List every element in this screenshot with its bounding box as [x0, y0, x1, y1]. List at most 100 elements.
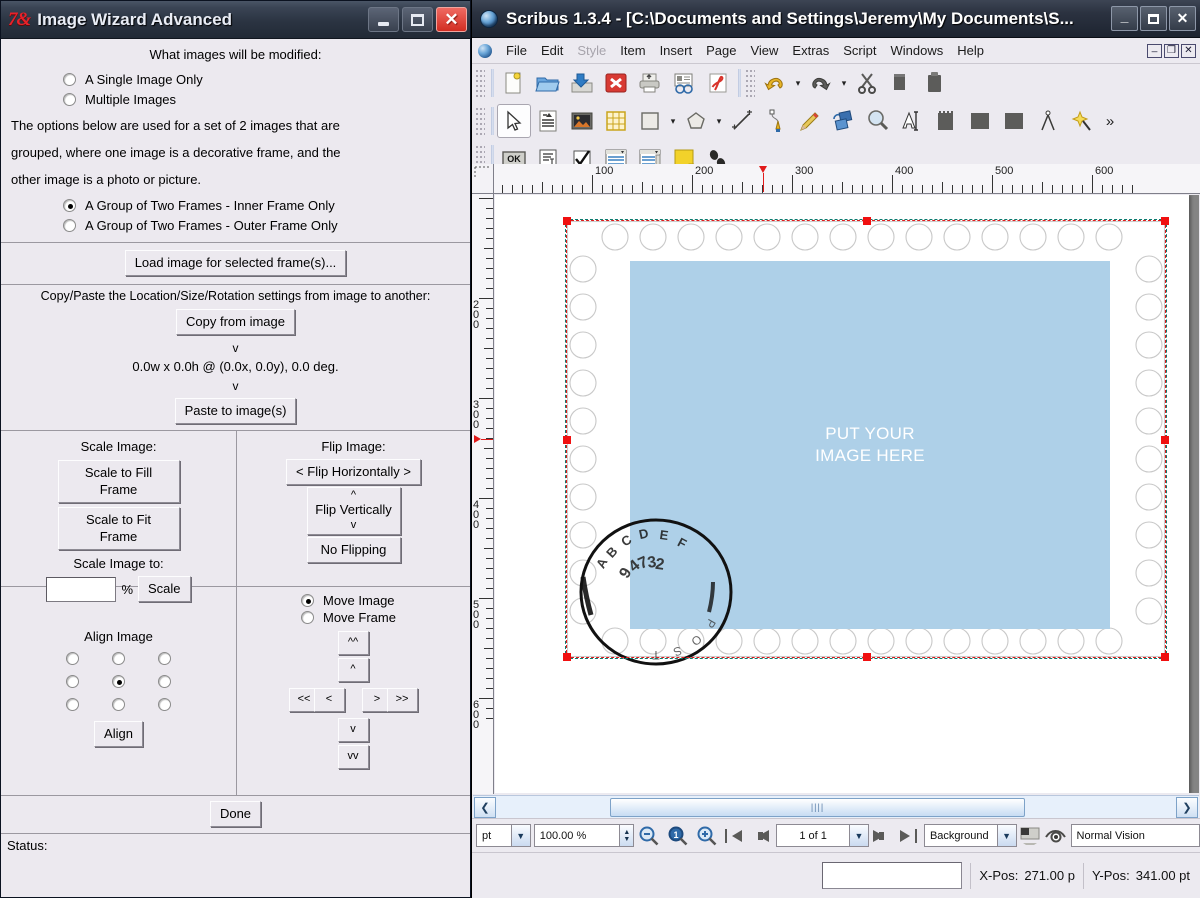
mdi-minimize-button[interactable]: _	[1147, 44, 1162, 58]
layer-preview-icon[interactable]	[1017, 823, 1043, 849]
next-page-icon[interactable]	[869, 823, 895, 849]
more-tools-icon[interactable]: »	[1099, 104, 1121, 138]
export-pdf-icon[interactable]	[701, 66, 735, 100]
undo-icon[interactable]	[758, 66, 792, 100]
image-frame-icon[interactable]	[565, 104, 599, 138]
resize-handle-bottom-left[interactable]	[563, 653, 571, 661]
mdi-restore-button[interactable]: ❐	[1164, 44, 1179, 58]
redo-icon[interactable]	[804, 66, 838, 100]
minimize-button[interactable]	[368, 7, 399, 32]
zoom-level-field[interactable]: 100.00 %	[534, 824, 620, 847]
resize-handle-middle-right[interactable]	[1161, 436, 1169, 444]
select-pointer-icon[interactable]	[497, 104, 531, 138]
menu-app-icon[interactable]	[478, 44, 492, 58]
redo-dropdown-icon[interactable]: ▾	[838, 66, 850, 100]
toolbar-grip[interactable]	[475, 106, 485, 136]
zoom-stepper[interactable]: ▲▼	[619, 824, 634, 847]
scale-to-fill-frame-button[interactable]: Scale to Fill Frame	[58, 460, 180, 503]
freehand-pencil-icon[interactable]	[793, 104, 827, 138]
text-frame-icon[interactable]	[531, 104, 565, 138]
done-button[interactable]: Done	[210, 801, 261, 827]
vertical-ruler[interactable]: 200300400500600	[472, 194, 494, 794]
toolbar-grip[interactable]	[745, 68, 755, 98]
radio-move-image[interactable]: Move Image	[301, 593, 470, 608]
print-icon[interactable]	[633, 66, 667, 100]
rotate-item-icon[interactable]	[827, 104, 861, 138]
resize-handle-top-center[interactable]	[863, 217, 871, 225]
resize-handle-top-left[interactable]	[563, 217, 571, 225]
menu-extras[interactable]: Extras	[785, 41, 836, 60]
ruler-origin-corner[interactable]	[472, 164, 494, 194]
flip-horizontally-button[interactable]: < Flip Horizontally >	[286, 459, 421, 485]
align-cell-bottom-left[interactable]	[66, 698, 79, 711]
load-image-button[interactable]: Load image for selected frame(s)...	[125, 250, 347, 276]
nudge-down-big-button[interactable]: vv	[338, 745, 369, 769]
open-folder-icon[interactable]	[531, 66, 565, 100]
unlink-text-frames-icon[interactable]	[963, 104, 997, 138]
scroll-left-icon[interactable]: ❮	[474, 797, 496, 818]
nudge-left-button[interactable]: <	[314, 688, 345, 712]
close-document-icon[interactable]	[599, 66, 633, 100]
align-cell-top-left[interactable]	[66, 652, 79, 665]
radio-group-inner-frame[interactable]: A Group of Two Frames - Inner Frame Only	[63, 198, 464, 213]
zoom-icon[interactable]	[861, 104, 895, 138]
radio-group-outer-frame[interactable]: A Group of Two Frames - Outer Frame Only	[63, 218, 464, 233]
menu-windows[interactable]: Windows	[883, 41, 950, 60]
copy-from-image-button[interactable]: Copy from image	[176, 309, 295, 335]
measurements-icon[interactable]	[997, 104, 1031, 138]
no-flipping-button[interactable]: No Flipping	[307, 537, 401, 563]
menu-script[interactable]: Script	[836, 41, 883, 60]
menu-file[interactable]: File	[499, 41, 534, 60]
align-button[interactable]: Align	[94, 721, 143, 747]
document-canvas[interactable]: PUT YOUR IMAGE HERE A B C D	[495, 195, 1199, 793]
maximize-button[interactable]	[1140, 6, 1167, 31]
toolbar-grip[interactable]	[475, 68, 485, 98]
nudge-up-big-button[interactable]: ^^	[338, 631, 369, 655]
coordinate-input[interactable]	[822, 862, 962, 889]
cut-icon[interactable]	[850, 66, 884, 100]
resize-handle-bottom-right[interactable]	[1161, 653, 1169, 661]
close-button[interactable]: ✕	[1169, 6, 1196, 31]
minimize-button[interactable]: _	[1111, 6, 1138, 31]
undo-dropdown-icon[interactable]: ▾	[792, 66, 804, 100]
selection-box[interactable]	[566, 220, 1166, 658]
maximize-button[interactable]	[402, 7, 433, 32]
nudge-up-button[interactable]: ^	[338, 658, 369, 682]
menu-view[interactable]: View	[743, 41, 785, 60]
align-cell-bottom-center[interactable]	[112, 698, 125, 711]
vision-select[interactable]: Normal Vision	[1071, 824, 1200, 847]
radio-multiple-images[interactable]: Multiple Images	[63, 92, 464, 107]
radio-single-image[interactable]: A Single Image Only	[63, 72, 464, 87]
new-document-icon[interactable]	[497, 66, 531, 100]
menu-help[interactable]: Help	[950, 41, 991, 60]
mdi-close-button[interactable]: ✕	[1181, 44, 1196, 58]
scrollbar-thumb[interactable]: ||||	[610, 798, 1025, 817]
bezier-curve-icon[interactable]	[759, 104, 793, 138]
zoom-out-icon[interactable]	[634, 823, 663, 849]
shape-dropdown-icon[interactable]: ▾	[667, 104, 679, 138]
page-select[interactable]: 1 of 1 ▼	[776, 824, 869, 847]
layer-select[interactable]: Background ▼	[924, 824, 1017, 847]
line-icon[interactable]	[725, 104, 759, 138]
nudge-right-big-button[interactable]: >>	[387, 688, 418, 712]
last-page-icon[interactable]	[895, 823, 921, 849]
table-icon[interactable]	[599, 104, 633, 138]
copy-properties-icon[interactable]	[1031, 104, 1065, 138]
scale-to-fit-frame-button[interactable]: Scale to Fit Frame	[58, 507, 180, 550]
resize-handle-bottom-center[interactable]	[863, 653, 871, 661]
first-page-icon[interactable]	[721, 823, 747, 849]
menu-insert[interactable]: Insert	[653, 41, 700, 60]
resize-handle-top-right[interactable]	[1161, 217, 1169, 225]
nudge-down-button[interactable]: v	[338, 718, 369, 742]
shape-icon[interactable]	[633, 104, 667, 138]
vision-eye-icon[interactable]	[1043, 823, 1069, 849]
copy-icon[interactable]	[884, 66, 918, 100]
edit-text-icon[interactable]	[895, 104, 929, 138]
menu-edit[interactable]: Edit	[534, 41, 570, 60]
radio-move-frame[interactable]: Move Frame	[301, 610, 470, 625]
print-preview-icon[interactable]	[667, 66, 701, 100]
horizontal-ruler[interactable]: 100200300400500600	[494, 164, 1200, 194]
scroll-right-icon[interactable]: ❯	[1176, 797, 1198, 818]
align-cell-top-center[interactable]	[112, 652, 125, 665]
paste-to-images-button[interactable]: Paste to image(s)	[175, 398, 297, 424]
